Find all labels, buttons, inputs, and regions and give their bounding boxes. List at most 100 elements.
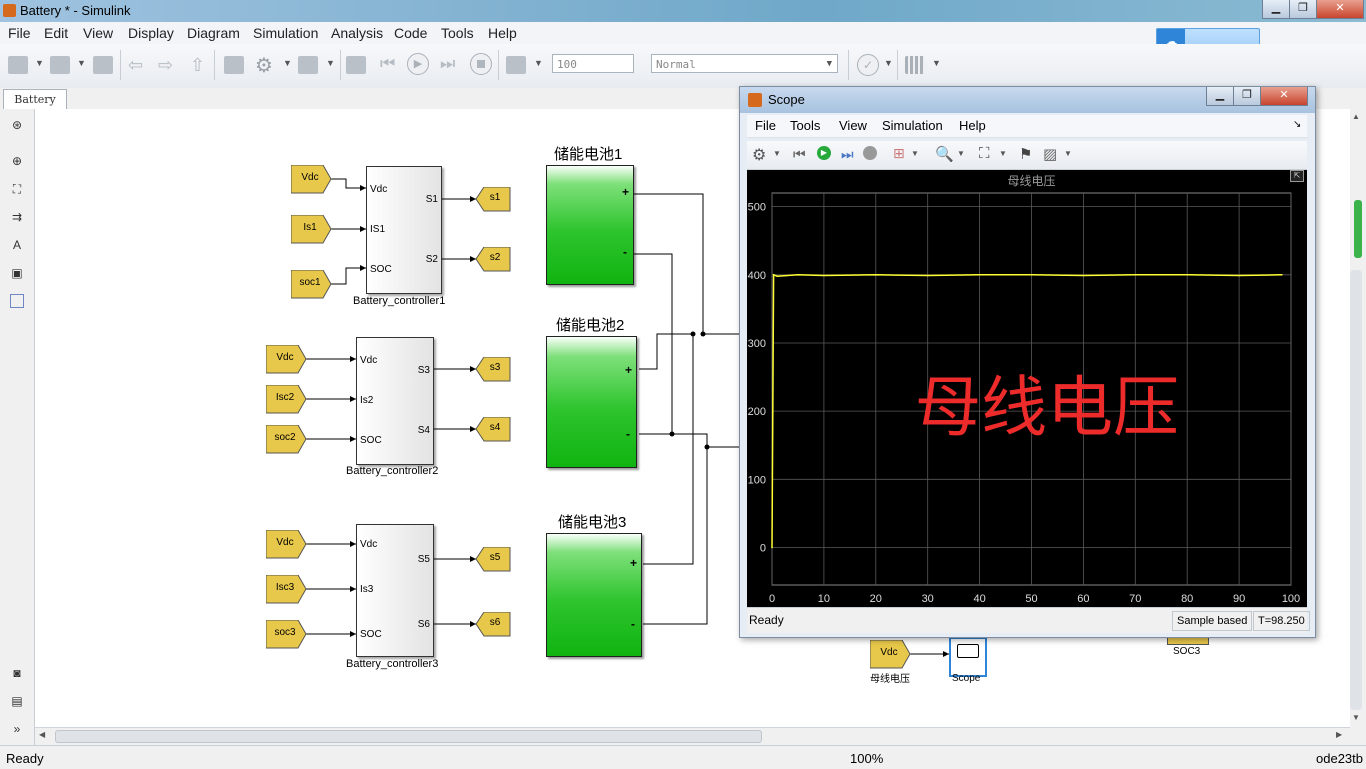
from-tag-vdc[interactable]: Vdc	[291, 165, 332, 194]
record-icon[interactable]	[506, 56, 526, 74]
step-forward-icon[interactable]: ⏭	[440, 54, 455, 74]
undock-plot-icon[interactable]: ⇱	[1290, 170, 1304, 182]
model-explorer-dropdown-icon[interactable]: ▼	[326, 58, 335, 68]
highlight-block-icon[interactable]: ⊞	[893, 145, 905, 162]
simulation-mode-select[interactable]: Normal ▼	[651, 54, 838, 73]
fit-to-view-icon[interactable]: ⛶	[10, 182, 24, 196]
battery-3-block[interactable]: + -	[546, 533, 642, 657]
settings-dropdown-icon[interactable]: ▼	[773, 149, 781, 158]
horizontal-scroll-thumb[interactable]	[55, 730, 762, 743]
scope-step-forward-icon[interactable]: ⏭	[841, 146, 854, 163]
run-icon[interactable]: ▶	[407, 53, 429, 75]
battery-1-block[interactable]: + -	[546, 165, 634, 285]
stop-icon[interactable]	[470, 53, 492, 75]
measurements-dropdown-icon[interactable]: ▼	[1064, 149, 1072, 158]
scope-minimize-button[interactable]: ▁	[1206, 87, 1234, 106]
scope-menu-view[interactable]: View	[839, 118, 867, 133]
scope-settings-icon[interactable]: ⚙	[752, 145, 766, 165]
scope-step-back-icon[interactable]: ⏮	[793, 146, 806, 163]
expand-palette-icon[interactable]: »	[10, 722, 24, 736]
step-back-config-icon[interactable]	[346, 56, 366, 74]
menu-analysis[interactable]: Analysis	[331, 25, 383, 41]
model-advisor-dropdown-icon[interactable]: ▼	[884, 58, 893, 68]
save-icon[interactable]	[93, 56, 113, 74]
scroll-right-icon[interactable]: ▶	[1336, 730, 1342, 739]
scroll-left-icon[interactable]: ◀	[39, 730, 45, 739]
cursor-measurements-icon[interactable]: ▨	[1043, 145, 1057, 163]
area-icon[interactable]	[10, 294, 24, 308]
build-icon[interactable]	[905, 56, 925, 74]
close-button[interactable]: ✕	[1316, 0, 1364, 19]
image-icon[interactable]: ▣	[10, 266, 24, 280]
goto-tag-s4[interactable]: s4	[476, 417, 516, 445]
scope-menu-simulation[interactable]: Simulation	[882, 118, 943, 133]
zoom-icon[interactable]: ⊕	[10, 154, 24, 168]
tab-battery[interactable]: Battery	[3, 89, 67, 110]
goto-tag-s3[interactable]: s3	[476, 357, 516, 385]
model-advisor-icon[interactable]: ✓	[857, 54, 879, 76]
from-tag-is1[interactable]: Is1	[291, 215, 332, 244]
step-back-icon[interactable]: ⏮	[380, 54, 395, 74]
from-tag-vdc[interactable]: Vdc	[266, 530, 307, 559]
goto-tag-s2[interactable]: s2	[476, 247, 516, 275]
minimize-button[interactable]: ▁	[1262, 0, 1290, 19]
menu-edit[interactable]: Edit	[44, 25, 68, 41]
goto-tag-s5[interactable]: s5	[476, 547, 516, 575]
vertical-scroll-thumb-indicator[interactable]	[1354, 200, 1362, 258]
stop-time-input[interactable]: 100	[552, 54, 634, 73]
scroll-up-icon[interactable]: ▲	[1352, 112, 1360, 121]
scope-title-bar[interactable]: Scope ▁ ❐ ✕	[740, 87, 1315, 113]
annotation-icon[interactable]: A	[10, 238, 24, 252]
scope-maximize-button[interactable]: ❐	[1233, 87, 1261, 106]
model-browser-icon[interactable]: ▤	[10, 694, 24, 708]
from-tag-soc1[interactable]: soc1	[291, 270, 332, 299]
menu-tools[interactable]: Tools	[441, 25, 474, 41]
scope-plot-area[interactable]: 0 10 20 30 40 50 60 70 80 90 100 0 100 200 300 400 500 母线…	[747, 170, 1307, 607]
hide-show-explorer-icon[interactable]: ⊛	[10, 118, 24, 132]
battery-controller-3-block[interactable]: Vdc Is3 SOC S5 S6	[356, 524, 434, 657]
from-tag-soc2[interactable]: soc2	[266, 425, 307, 454]
trigger-icon[interactable]: ⚑	[1019, 145, 1032, 163]
autoscale-dropdown-icon[interactable]: ▼	[999, 149, 1007, 158]
scroll-down-icon[interactable]: ▼	[1352, 713, 1360, 722]
goto-tag-s1[interactable]: s1	[476, 187, 516, 215]
zoom-in-icon[interactable]: 🔍	[935, 145, 954, 163]
open-model-dropdown-icon[interactable]: ▼	[77, 58, 86, 68]
from-tag-soc3[interactable]: soc3	[266, 620, 307, 649]
arrow-route-icon[interactable]: ⇉	[10, 210, 24, 224]
library-browser-icon[interactable]	[224, 56, 244, 74]
scope-menu-tools[interactable]: Tools	[790, 118, 820, 133]
up-to-parent-icon[interactable]: ⇧	[190, 55, 205, 76]
from-tag-isc3[interactable]: Isc3	[266, 575, 307, 604]
model-explorer-icon[interactable]	[298, 56, 318, 74]
vertical-scroll-thumb[interactable]	[1350, 270, 1362, 710]
autoscale-icon[interactable]: ⛶	[979, 145, 990, 162]
menu-view[interactable]: View	[83, 25, 113, 41]
new-model-dropdown-icon[interactable]: ▼	[35, 58, 44, 68]
back-icon[interactable]: ⇦	[128, 55, 143, 76]
menu-simulation[interactable]: Simulation	[253, 25, 318, 41]
maximize-button[interactable]: ❐	[1289, 0, 1317, 19]
scope-menu-file[interactable]: File	[755, 118, 776, 133]
battery-2-block[interactable]: + -	[546, 336, 637, 468]
scope-block[interactable]	[949, 637, 987, 677]
goto-tag-s6[interactable]: s6	[476, 612, 516, 640]
dock-icon[interactable]: ↘	[1293, 119, 1301, 130]
model-config-dropdown-icon[interactable]: ▼	[283, 58, 292, 68]
battery-controller-2-block[interactable]: Vdc Is2 SOC S3 S4	[356, 337, 434, 465]
menu-display[interactable]: Display	[128, 25, 174, 41]
scope-window[interactable]: Scope ▁ ❐ ✕ File Tools View Simulation H…	[739, 86, 1316, 638]
menu-diagram[interactable]: Diagram	[187, 25, 240, 41]
open-model-icon[interactable]	[50, 56, 70, 74]
scope-run-icon[interactable]: ▶	[817, 146, 831, 160]
menu-file[interactable]: File	[8, 25, 31, 41]
scope-menu-help[interactable]: Help	[959, 118, 986, 133]
new-model-icon[interactable]	[8, 56, 28, 74]
record-dropdown-icon[interactable]: ▼	[534, 58, 543, 68]
from-tag-isc2[interactable]: Isc2	[266, 385, 307, 414]
scope-close-button[interactable]: ✕	[1260, 87, 1308, 106]
zoom-dropdown-icon[interactable]: ▼	[957, 149, 965, 158]
build-dropdown-icon[interactable]: ▼	[932, 58, 941, 68]
battery-controller-1-block[interactable]: Vdc IS1 SOC S1 S2	[366, 166, 442, 294]
forward-icon[interactable]: ⇨	[158, 55, 173, 76]
